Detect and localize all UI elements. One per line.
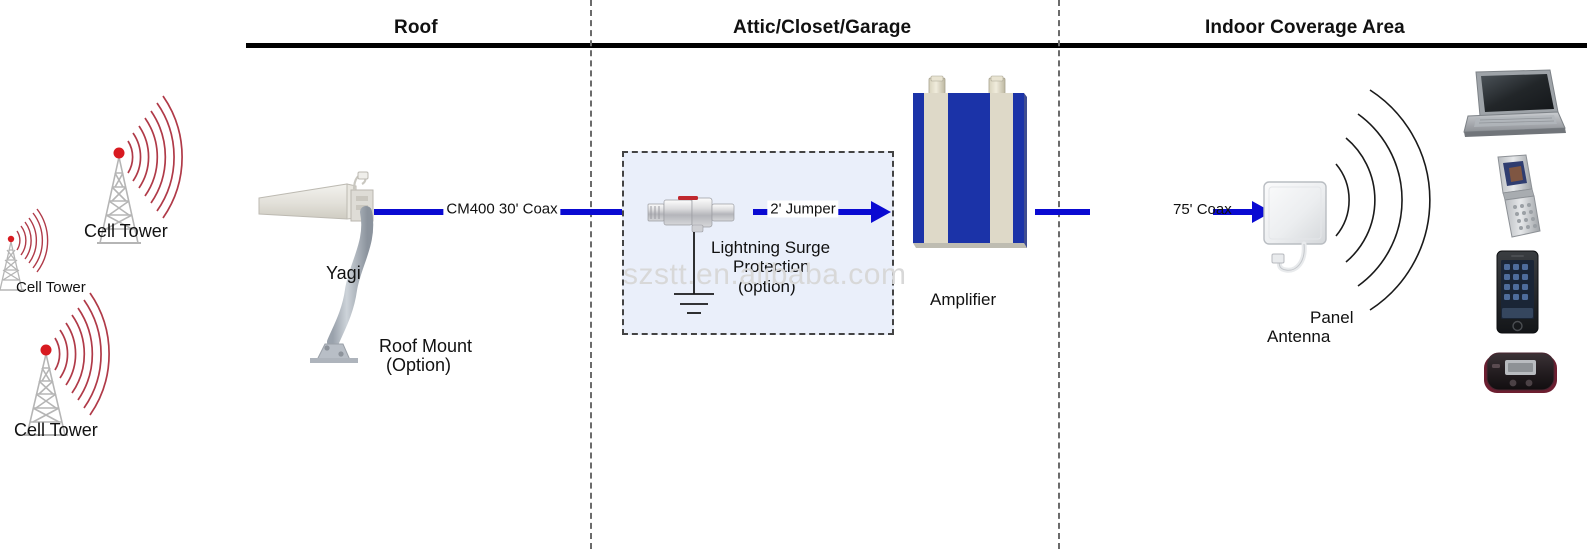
roof-mount-label-line1: Roof Mount bbox=[379, 336, 473, 356]
cable-coax75-label: 75' Coax bbox=[1173, 201, 1232, 218]
zone-divider-roof-attic bbox=[590, 0, 592, 549]
zone-divider-attic-indoor bbox=[1058, 0, 1060, 549]
yagi-label: Yagi bbox=[326, 263, 361, 283]
zone-title-roof: Roof bbox=[394, 17, 438, 38]
header-divider-rule bbox=[246, 43, 1587, 48]
cable-cm400-label: CM400 30' Coax bbox=[443, 200, 561, 218]
surge-label-line3: (option) bbox=[738, 277, 796, 296]
amplifier-output-stub bbox=[1035, 209, 1090, 215]
amplifier-icon bbox=[913, 75, 1027, 248]
surge-arrester-icon bbox=[647, 196, 735, 233]
cell-tower-top-icon bbox=[97, 95, 183, 244]
zone-title-attic: Attic/Closet/Garage bbox=[733, 17, 912, 38]
cell-tower-left-label: Cell Tower bbox=[16, 279, 86, 296]
surge-label-line1: Lightning Surge bbox=[711, 238, 831, 257]
surge-label-line2: Protection bbox=[733, 257, 810, 276]
cell-tower-bottom-label: Cell Tower bbox=[14, 420, 98, 440]
signal-booster-diagram: Roof Attic/Closet/Garage Indoor Coverage… bbox=[0, 0, 1587, 549]
roof-mount-label-line2: (Option) bbox=[386, 355, 452, 375]
cable-jumper-label: 2' Jumper bbox=[767, 200, 839, 218]
mobile-hotspot-icon bbox=[1484, 352, 1557, 393]
flip-phone-icon bbox=[1497, 154, 1541, 238]
zone-title-indoor: Indoor Coverage Area bbox=[1205, 17, 1405, 38]
smartphone-icon bbox=[1496, 250, 1539, 334]
laptop-icon bbox=[1463, 69, 1566, 137]
indoor-signal-arcs-icon bbox=[1335, 89, 1431, 311]
amplifier-label: Amplifier bbox=[930, 290, 997, 309]
panel-antenna-label-line2: Antenna bbox=[1267, 327, 1331, 346]
cable-jumper-arrowhead bbox=[871, 201, 891, 223]
